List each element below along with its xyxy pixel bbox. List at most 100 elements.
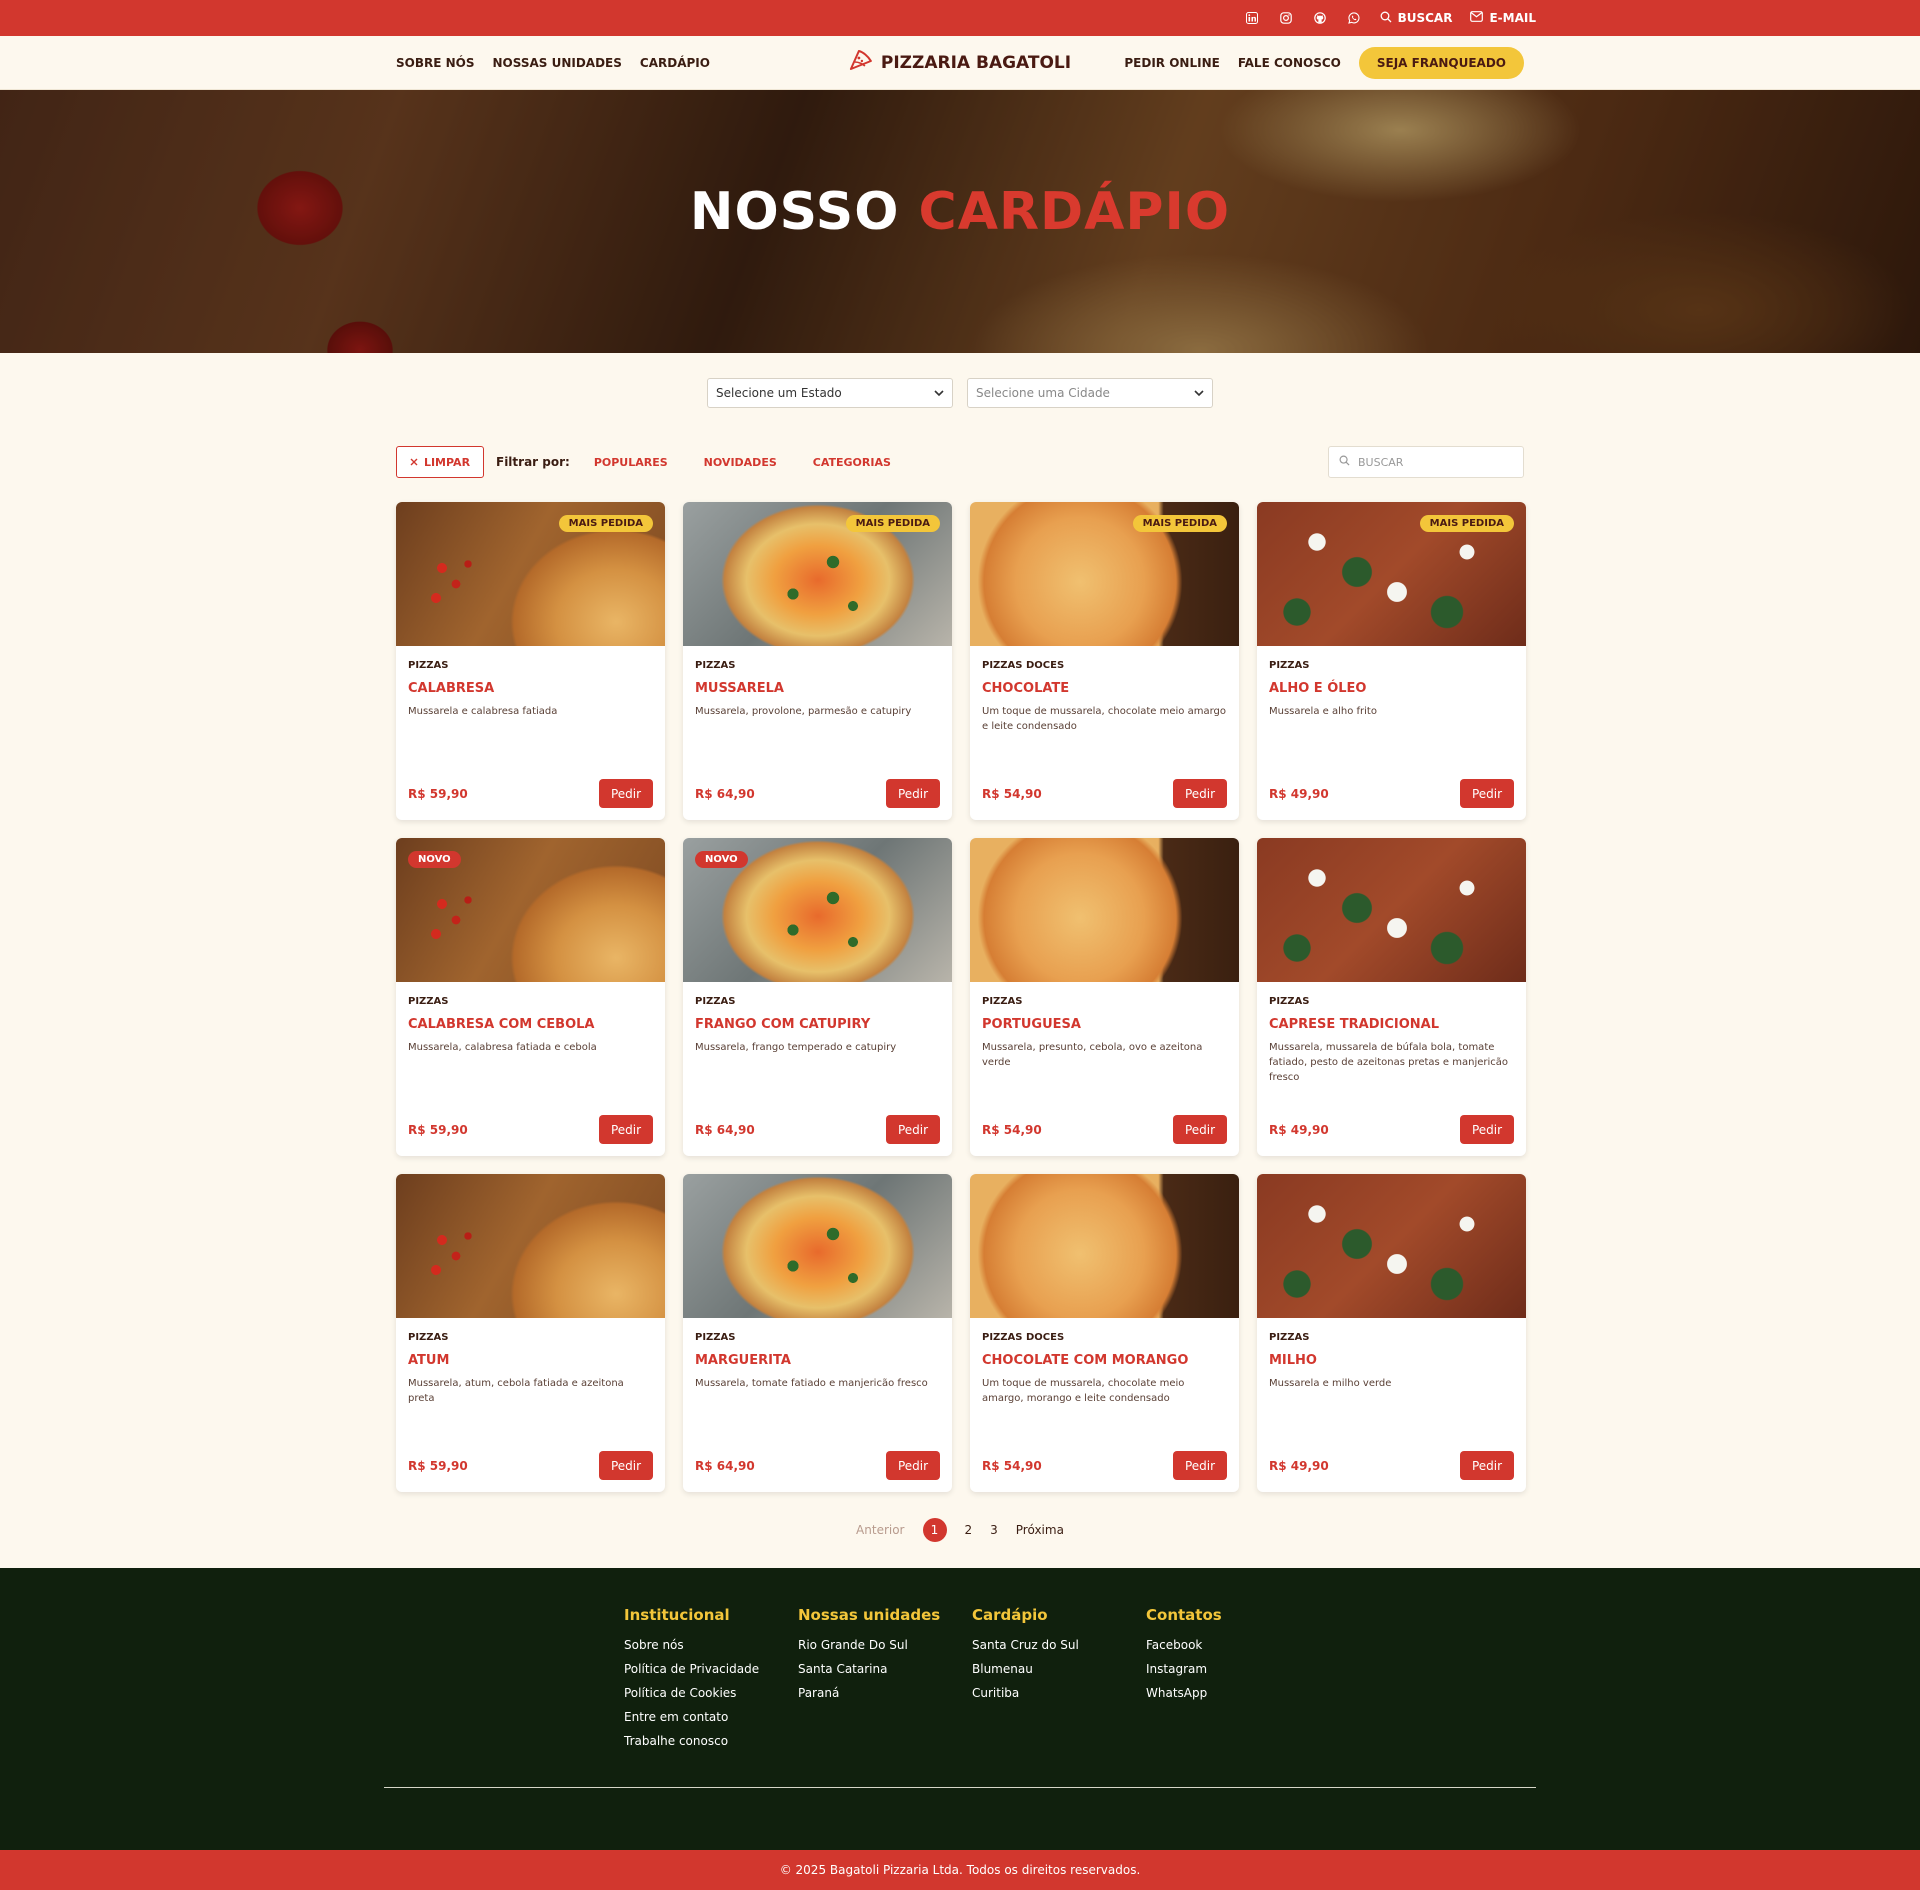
city-select[interactable]: Selecione uma Cidade [967,378,1213,408]
filter-categorias[interactable]: CATEGORIAS [813,456,891,469]
product-category: PIZZAS DOCES [982,1332,1065,1343]
state-select[interactable]: Selecione um Estado [707,378,953,408]
footer-link[interactable]: Trabalhe conosco [624,1734,798,1748]
product-card[interactable]: MAIS PEDIDA PIZZAS CALABRESA Mussarela e… [396,502,665,820]
product-category: PIZZAS DOCES [982,660,1065,671]
footer-link[interactable]: Santa Catarina [798,1662,972,1676]
product-name[interactable]: MILHO [1269,1353,1514,1368]
product-card[interactable]: PIZZAS PORTUGUESA Mussarela, presunto, c… [970,838,1239,1156]
nav-right: PEDIR ONLINE FALE CONOSCO SEJA FRANQUEAD… [1124,46,1524,79]
franchise-button[interactable]: SEJA FRANQUEADO [1358,46,1524,79]
product-footer: R$ 49,90 Pedir [1269,1115,1514,1144]
footer-link[interactable]: Política de Privacidade [624,1662,798,1676]
product-search-input[interactable]: BUSCAR [1328,446,1524,478]
footer-link[interactable]: Entre em contato [624,1710,798,1724]
product-name[interactable]: ALHO E ÓLEO [1269,681,1514,696]
nav-item-fale-conosco[interactable]: FALE CONOSCO [1238,56,1341,70]
footer-link[interactable]: Facebook [1146,1638,1320,1652]
footer-link[interactable]: Blumenau [972,1662,1146,1676]
top-bar: BUSCAR E-MAIL [0,0,1920,36]
product-image[interactable] [1257,1174,1526,1318]
product-card[interactable]: PIZZAS ATUM Mussarela, atum, cebola fati… [396,1174,665,1492]
product-image[interactable] [396,1174,665,1318]
product-footer: R$ 59,90 Pedir [408,779,653,808]
pagination-previous[interactable]: Anterior [856,1523,904,1537]
product-price: R$ 64,90 [695,1122,755,1137]
product-image[interactable]: MAIS PEDIDA [683,502,952,646]
footer-link[interactable]: Instagram [1146,1662,1320,1676]
filter-novidades[interactable]: NOVIDADES [704,456,777,469]
product-card[interactable]: PIZZAS MARGUERITA Mussarela, tomate fati… [683,1174,952,1492]
product-card[interactable]: NOVO PIZZAS CALABRESA COM CEBOLA Mussare… [396,838,665,1156]
product-image[interactable]: NOVO [683,838,952,982]
top-search-link[interactable]: BUSCAR [1380,11,1452,26]
order-button[interactable]: Pedir [1460,1115,1514,1144]
product-price: R$ 59,90 [408,1458,468,1473]
nav-item-sobre[interactable]: SOBRE NÓS [396,56,475,70]
footer-link[interactable]: Curitiba [972,1686,1146,1700]
pagination-page[interactable]: 2 [965,1523,973,1537]
product-card[interactable]: PIZZAS MILHO Mussarela e milho verde R$ … [1257,1174,1526,1492]
instagram-icon[interactable] [1278,10,1294,26]
product-price: R$ 59,90 [408,1122,468,1137]
nav-item-pedir-online[interactable]: PEDIR ONLINE [1124,56,1219,70]
product-name[interactable]: CALABRESA COM CEBOLA [408,1017,653,1032]
product-image[interactable]: MAIS PEDIDA [970,502,1239,646]
product-card[interactable]: NOVO PIZZAS FRANGO COM CATUPIRY Mussarel… [683,838,952,1156]
product-name[interactable]: MUSSARELA [695,681,940,696]
product-image[interactable] [970,838,1239,982]
order-button[interactable]: Pedir [886,779,940,808]
github-icon[interactable] [1312,10,1328,26]
product-name[interactable]: PORTUGUESA [982,1017,1227,1032]
product-name[interactable]: CHOCOLATE [982,681,1227,696]
nav-item-unidades[interactable]: NOSSAS UNIDADES [493,56,622,70]
order-button[interactable]: Pedir [886,1115,940,1144]
product-image[interactable] [970,1174,1239,1318]
top-email-link[interactable]: E-MAIL [1470,11,1536,25]
product-card[interactable]: PIZZAS DOCES CHOCOLATE COM MORANGO Um to… [970,1174,1239,1492]
footer-column: Institucional Sobre nós Política de Privac… [624,1606,798,1758]
pagination-page[interactable]: 3 [990,1523,998,1537]
product-image[interactable] [1257,838,1526,982]
order-button[interactable]: Pedir [1173,1451,1227,1480]
footer-link[interactable]: Política de Cookies [624,1686,798,1700]
product-name[interactable]: ATUM [408,1353,653,1368]
order-button[interactable]: Pedir [599,1451,653,1480]
order-button[interactable]: Pedir [1173,779,1227,808]
footer-link[interactable]: WhatsApp [1146,1686,1320,1700]
product-image[interactable]: MAIS PEDIDA [396,502,665,646]
footer-link[interactable]: Santa Cruz do Sul [972,1638,1146,1652]
product-image[interactable]: MAIS PEDIDA [1257,502,1526,646]
filter-populares[interactable]: POPULARES [594,456,668,469]
product-category: PIZZAS [408,996,449,1007]
footer-link[interactable]: Paraná [798,1686,972,1700]
order-button[interactable]: Pedir [599,1115,653,1144]
product-card[interactable]: MAIS PEDIDA PIZZAS MUSSARELA Mussarela, … [683,502,952,820]
product-name[interactable]: CALABRESA [408,681,653,696]
clear-filters-button[interactable]: LIMPAR [396,446,484,478]
product-name[interactable]: CAPRESE TRADICIONAL [1269,1017,1514,1032]
footer-link[interactable]: Rio Grande Do Sul [798,1638,972,1652]
nav-item-cardapio[interactable]: CARDÁPIO [640,56,710,70]
brand-logo[interactable]: PIZZARIA BAGATOLI [849,49,1071,76]
whatsapp-icon[interactable] [1346,10,1362,26]
order-button[interactable]: Pedir [1460,1451,1514,1480]
product-name[interactable]: MARGUERITA [695,1353,940,1368]
product-name[interactable]: CHOCOLATE COM MORANGO [982,1353,1227,1368]
product-card[interactable]: MAIS PEDIDA PIZZAS DOCES CHOCOLATE Um to… [970,502,1239,820]
product-image[interactable]: NOVO [396,838,665,982]
order-button[interactable]: Pedir [1173,1115,1227,1144]
mail-icon [1470,11,1484,25]
order-button[interactable]: Pedir [1460,779,1514,808]
product-card[interactable]: PIZZAS CAPRESE TRADICIONAL Mussarela, mu… [1257,838,1526,1156]
product-category: PIZZAS [408,1332,449,1343]
linkedin-icon[interactable] [1244,10,1260,26]
order-button[interactable]: Pedir [599,779,653,808]
product-card[interactable]: MAIS PEDIDA PIZZAS ALHO E ÓLEO Mussarela… [1257,502,1526,820]
product-image[interactable] [683,1174,952,1318]
order-button[interactable]: Pedir [886,1451,940,1480]
footer-link[interactable]: Sobre nós [624,1638,798,1652]
product-name[interactable]: FRANGO COM CATUPIRY [695,1017,940,1032]
pagination-page[interactable]: 1 [922,1518,947,1542]
pagination-next[interactable]: Próxima [1016,1523,1064,1537]
